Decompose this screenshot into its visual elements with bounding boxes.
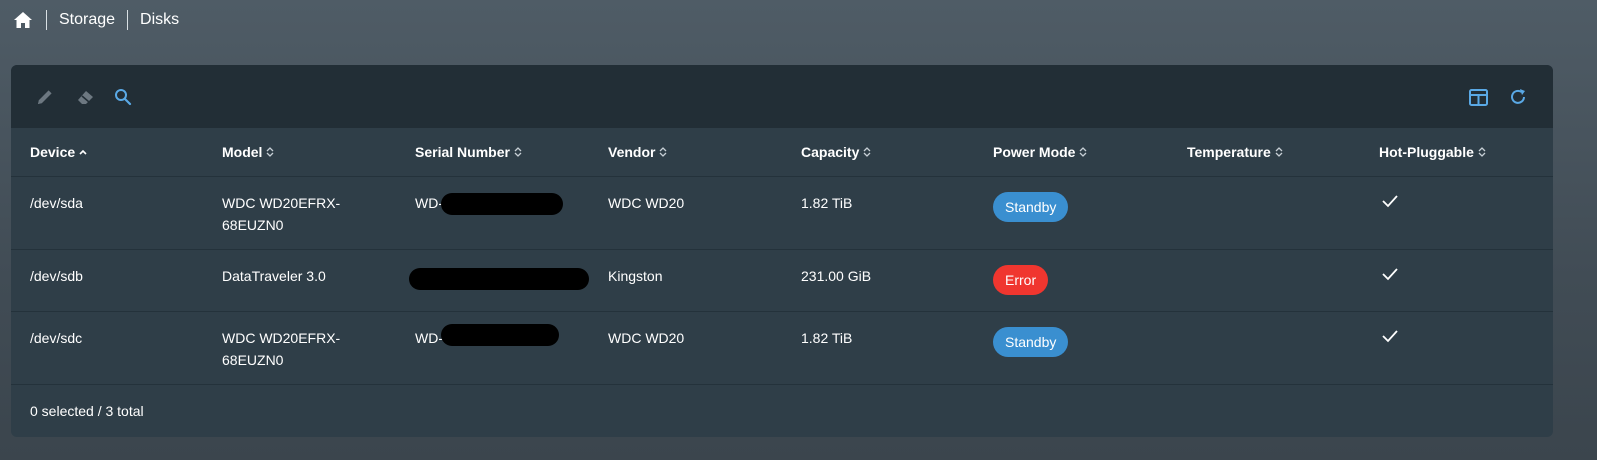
sort-icon [863,146,871,158]
sort-icon [1275,146,1283,158]
table-columns-icon[interactable] [1468,87,1488,107]
capacity-cell: 1.82 TiB [801,195,853,211]
capacity-cell: 231.00 GiB [801,268,872,284]
model-cell: DataTraveler 3.0 [222,268,326,284]
column-header-temperature[interactable]: Temperature [1187,128,1283,176]
breadcrumb-separator [46,10,47,30]
redaction-mark [441,324,559,346]
device-cell: /dev/sdb [30,268,83,284]
selection-summary: 0 selected / 3 total [30,403,144,419]
column-header-vendor[interactable]: Vendor [608,128,667,176]
vendor-cell: WDC WD20 [608,330,685,346]
model-cell: WDC WD20EFRX- [222,195,341,211]
column-header-model[interactable]: Model [222,128,274,176]
disks-panel: Device Model Serial Number Vendor Capaci… [11,65,1553,437]
breadcrumb-disks: Disks [140,11,180,28]
sort-icon [514,146,522,158]
toolbar [11,65,1553,128]
model-cell: WDC WD20EFRX- [222,330,341,346]
power-mode-badge: Error [993,265,1049,295]
eraser-icon[interactable] [75,87,95,107]
serial-number-cell: WD- [415,330,443,346]
model-cell-continued: 68EUZN0 [222,217,284,233]
sort-ascending-icon [79,148,87,156]
serial-number-cell: WD- [415,195,443,211]
table-row[interactable]: /dev/sda WDC WD20EFRX- 68EUZN0 WD- WDC W… [11,177,1553,250]
table-row[interactable]: /dev/sdb DataTraveler 3.0 Kingston 231.0… [11,250,1553,312]
power-mode-badge: Standby [993,192,1069,222]
checkmark-icon [1381,266,1399,287]
column-header-hot-pluggable[interactable]: Hot-Pluggable [1379,128,1486,176]
vendor-cell: WDC WD20 [608,195,685,211]
breadcrumb-storage[interactable]: Storage [59,11,115,29]
column-header-power-mode[interactable]: Power Mode [993,128,1087,176]
checkmark-icon [1381,193,1399,214]
device-cell: /dev/sda [30,195,83,211]
device-cell: /dev/sdc [30,330,83,346]
redaction-mark [409,268,589,290]
column-header-device[interactable]: Device [30,128,87,176]
vendor-cell: Kingston [608,268,663,284]
home-icon[interactable] [12,9,34,31]
search-icon[interactable] [113,87,133,107]
model-cell-continued: 68EUZN0 [222,352,284,368]
refresh-icon[interactable] [1508,87,1528,107]
sort-icon [659,146,667,158]
sort-icon [1478,146,1486,158]
capacity-cell: 1.82 TiB [801,330,853,346]
power-mode-badge: Standby [993,327,1069,357]
table-row[interactable]: /dev/sdc WDC WD20EFRX- 68EUZN0 WD- WDC W… [11,312,1553,385]
sort-icon [1079,146,1087,158]
sort-icon [266,146,274,158]
column-header-serial-number[interactable]: Serial Number [415,128,522,176]
breadcrumb-separator [127,10,129,30]
redaction-mark [441,193,563,215]
checkmark-icon [1381,328,1399,349]
breadcrumb: Storage Disks [12,8,179,32]
table-header: Device Model Serial Number Vendor Capaci… [11,128,1553,177]
pencil-icon[interactable] [35,87,55,107]
column-header-capacity[interactable]: Capacity [801,128,871,176]
